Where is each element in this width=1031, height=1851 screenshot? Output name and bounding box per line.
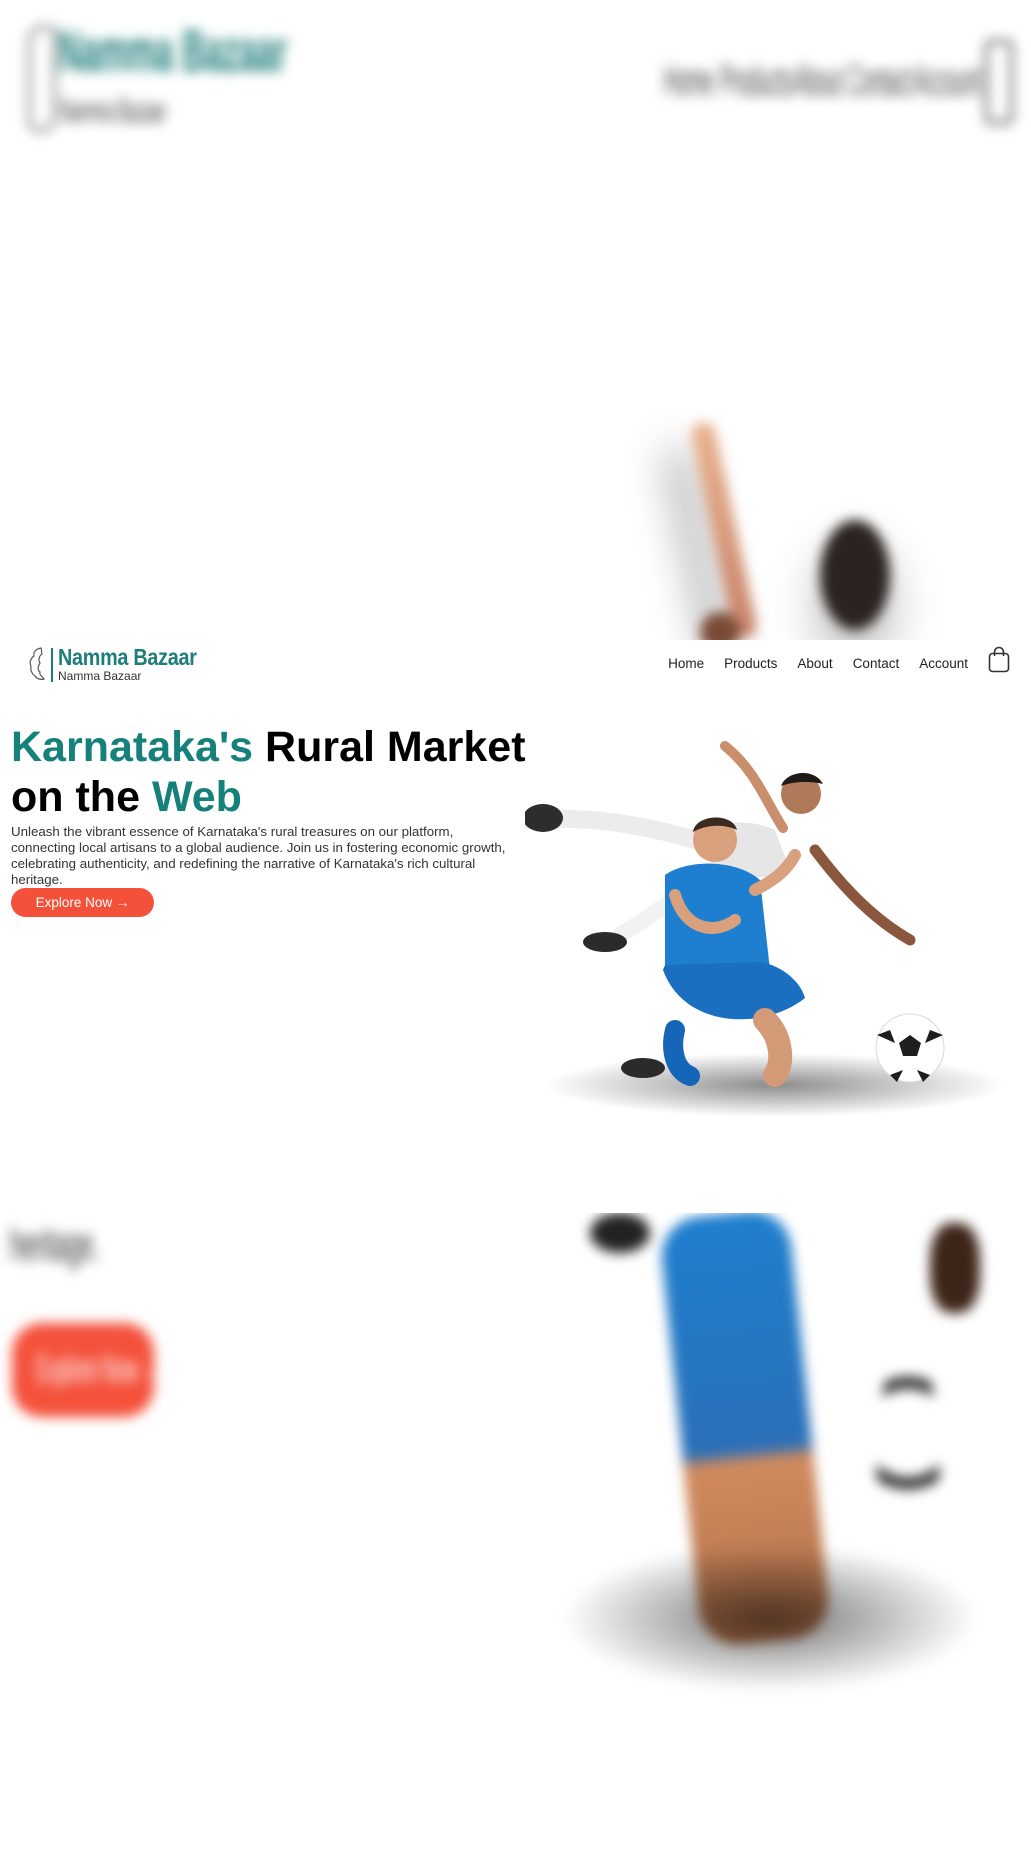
blurred-nav-home: Home (664, 56, 714, 105)
nav-account[interactable]: Account (919, 656, 968, 671)
blurred-player-arm (689, 419, 759, 640)
blurred-logo-mark (28, 26, 56, 132)
nav-about[interactable]: About (797, 656, 832, 671)
blurred-soccer-ball (876, 1353, 940, 1553)
main-nav: Home Products About Contact Account (668, 646, 1031, 673)
blurred-explore-label: Explore Now → (36, 1347, 162, 1391)
brand-tagline: Namma Bazaar (58, 669, 142, 683)
site-header: Namma Bazaar Namma Bazaar Home Products … (0, 640, 1031, 690)
logo-divider (51, 648, 53, 682)
blurred-logo-tagline: Namma Bazaar (60, 92, 167, 130)
blurred-description-end: heritage. (10, 1218, 100, 1270)
hero-description: Unleash the vibrant essence of Karnataka… (11, 824, 506, 887)
blurred-hero-artifact: heritage. Explore Now → (0, 1213, 1031, 1851)
nav-home[interactable]: Home (668, 656, 704, 671)
home-screen: Namma Bazaar Namma Bazaar Home Products … (0, 640, 1031, 1213)
blurred-ground-shadow (560, 1543, 980, 1693)
hero-title-on-the: on the (11, 773, 152, 821)
blurred-nav-account: Account (914, 56, 981, 105)
blurred-player-head (820, 520, 890, 630)
hero-title-karnataka: Karnataka's (11, 723, 254, 771)
hero-title-web: Web (151, 773, 242, 821)
nav-contact[interactable]: Contact (853, 656, 900, 671)
karnataka-map-icon (29, 647, 45, 680)
blurred-header-artifact: Namma Bazaar Namma Bazaar Home Products … (0, 0, 1031, 640)
soccer-players-celebration-image (525, 741, 1005, 1117)
blurred-player-foot (590, 1213, 650, 1253)
hero-title-rural-market: Rural Market (253, 723, 526, 771)
blurred-logo-name: Namma Bazaar (58, 19, 287, 84)
hero-title: Karnataka's Rural Market on the Web (11, 722, 531, 822)
nav-products[interactable]: Products (724, 656, 777, 671)
blurred-player-hand (930, 1223, 980, 1313)
blurred-nav-about: About (794, 56, 843, 105)
shopping-bag-icon[interactable] (988, 646, 1010, 673)
explore-now-button[interactable]: Explore Now → (11, 888, 154, 917)
blurred-bag-icon (985, 40, 1013, 124)
brand-logo[interactable]: Namma Bazaar Namma Bazaar (27, 644, 197, 686)
blurred-nav-products: Products (720, 56, 793, 105)
blurred-explore-button: Explore Now → (12, 1323, 161, 1417)
soccer-ball (875, 1013, 945, 1083)
brand-name: Namma Bazaar (58, 644, 197, 670)
blurred-nav-contact: Contact (848, 56, 912, 105)
